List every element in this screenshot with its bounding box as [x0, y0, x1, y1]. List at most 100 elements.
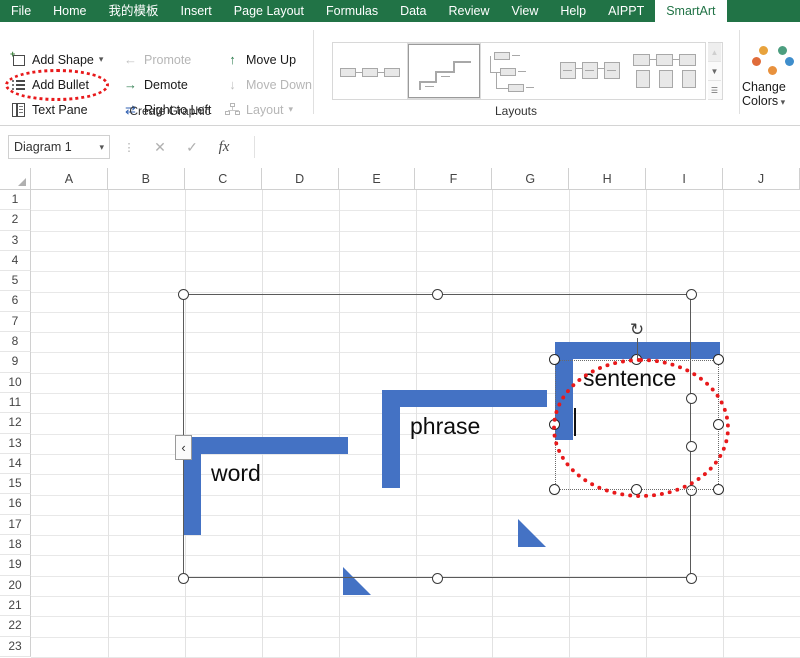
- ribbon-tab-page-layout[interactable]: Page Layout: [223, 0, 315, 22]
- gallery-more-button[interactable]: ☰: [708, 81, 721, 100]
- layouts-gallery[interactable]: [332, 42, 706, 100]
- demote-button[interactable]: → Demote: [122, 73, 188, 96]
- row-header-1[interactable]: 1: [0, 190, 31, 211]
- row-header-14[interactable]: 14: [0, 453, 31, 475]
- column-header-G[interactable]: G: [492, 168, 570, 190]
- diagram-handle-bottom-center[interactable]: [432, 573, 443, 584]
- row-header-12[interactable]: 12: [0, 413, 31, 434]
- row-header-4[interactable]: 4: [0, 250, 31, 272]
- row-header-19[interactable]: 19: [0, 555, 31, 576]
- ribbon-tab-insert[interactable]: Insert: [170, 0, 223, 22]
- formula-input[interactable]: [254, 136, 792, 158]
- shape-handle-bottom-center[interactable]: [631, 484, 642, 495]
- formula-bar-grip[interactable]: ⋮: [124, 139, 135, 155]
- ribbon-tab-view[interactable]: View: [500, 0, 549, 22]
- row-header-21[interactable]: 21: [0, 595, 31, 617]
- add-bullet-button[interactable]: Add Bullet: [10, 73, 89, 96]
- column-header-C[interactable]: C: [184, 168, 262, 190]
- layout-thumb-3[interactable]: [482, 44, 554, 98]
- diagram-handle-bottom-left[interactable]: [178, 573, 189, 584]
- gallery-scroll-up-button[interactable]: ▲: [708, 43, 721, 62]
- move-down-button[interactable]: ↓ Move Down: [224, 73, 312, 96]
- ribbon-group-change-colors: Change Colors ▾: [742, 22, 800, 126]
- row-header-2[interactable]: 2: [0, 210, 31, 231]
- row-header-9[interactable]: 9: [0, 352, 31, 373]
- gallery-scroll-down-button[interactable]: ▼: [708, 62, 721, 81]
- ribbon-tab-smartart[interactable]: SmartArt: [655, 0, 727, 22]
- row-header-5[interactable]: 5: [0, 271, 31, 292]
- row-header-7[interactable]: 7: [0, 311, 31, 333]
- shape-handle-bottom-right[interactable]: [713, 484, 724, 495]
- diagram-handle-bottom-right[interactable]: [686, 573, 697, 584]
- diagram-handle-top-right[interactable]: [686, 289, 697, 300]
- cancel-icon[interactable]: ✕: [152, 139, 168, 156]
- gallery-scrollbar[interactable]: ▲ ▼ ☰: [708, 42, 723, 100]
- layout-thumb-4[interactable]: [556, 44, 628, 98]
- select-all-button[interactable]: [0, 168, 31, 190]
- row-header-20[interactable]: 20: [0, 575, 31, 596]
- shape-handle-bottom-left[interactable]: [549, 484, 560, 495]
- row-header-16[interactable]: 16: [0, 494, 31, 515]
- column-header-D[interactable]: D: [261, 168, 339, 190]
- column-header-J[interactable]: J: [723, 168, 800, 190]
- formula-bar-row: Diagram 1 ▾ ⋮ ✕ ✓ fx: [0, 126, 800, 168]
- column-header-E[interactable]: E: [338, 168, 416, 190]
- row-header-11[interactable]: 11: [0, 392, 31, 414]
- add-shape-button[interactable]: + Add Shape ▾: [10, 48, 103, 71]
- row-header-18[interactable]: 18: [0, 535, 31, 556]
- layout-thumb-2[interactable]: [407, 43, 481, 99]
- shape-handle-top-right[interactable]: [713, 354, 724, 365]
- ribbon-tab-aippt[interactable]: AIPPT: [597, 0, 655, 22]
- spreadsheet-area: ABCDEFGHIJ 1 2 3 4 5 6 7 8 9 10 11 12 13 14 15 16 17 18 19…: [0, 168, 800, 658]
- enter-check-icon[interactable]: ✓: [184, 139, 200, 156]
- row-header-23[interactable]: 23: [0, 636, 31, 657]
- promote-button[interactable]: ← Promote: [122, 48, 191, 71]
- row-header-15[interactable]: 15: [0, 474, 31, 495]
- row-header-13[interactable]: 13: [0, 433, 31, 454]
- rotate-handle-icon[interactable]: ↻: [628, 320, 646, 338]
- diagram-handle-top-center[interactable]: [432, 289, 443, 300]
- smartart-diagram[interactable]: word phrase sentence ‹ ↻: [31, 190, 800, 658]
- ribbon-tab-formulas[interactable]: Formulas: [315, 0, 389, 22]
- ribbon-tab-review[interactable]: Review: [437, 0, 500, 22]
- row-header-17[interactable]: 17: [0, 514, 31, 536]
- ribbon-tab-file[interactable]: File: [0, 0, 42, 22]
- row-header-6[interactable]: 6: [0, 291, 31, 312]
- column-header-I[interactable]: I: [646, 168, 724, 190]
- add-shape-label: Add Shape: [32, 52, 94, 67]
- column-header-B[interactable]: B: [107, 168, 185, 190]
- layout-label: Layout: [246, 102, 284, 117]
- chevron-down-icon[interactable]: ▾: [99, 142, 104, 153]
- ribbon-tab-my-templates[interactable]: 我的模板: [98, 0, 170, 22]
- text-pane-button[interactable]: Text Pane: [10, 98, 88, 121]
- row-header-10[interactable]: 10: [0, 372, 31, 393]
- shape-handle-top-left[interactable]: [549, 354, 560, 365]
- cell-grid[interactable]: word phrase sentence ‹ ↻: [31, 190, 800, 658]
- column-header-F[interactable]: F: [415, 168, 493, 190]
- move-up-button[interactable]: ↑ Move Up: [224, 48, 296, 71]
- layout-thumb-1[interactable]: [334, 44, 406, 98]
- shape-selection-box[interactable]: ↻: [549, 321, 724, 495]
- add-shape-icon: +: [10, 50, 27, 68]
- ribbon-tab-bar: File Home 我的模板 Insert Page Layout Formul…: [0, 0, 800, 22]
- ribbon-tab-data[interactable]: Data: [389, 0, 437, 22]
- diagram-handle-top-left[interactable]: [178, 289, 189, 300]
- ribbon-tab-home[interactable]: Home: [42, 0, 97, 22]
- shape-handle-middle-left[interactable]: [549, 419, 560, 430]
- row-header-22[interactable]: 22: [0, 616, 31, 637]
- text-pane-toggle-button[interactable]: ‹: [175, 434, 192, 460]
- row-header-8[interactable]: 8: [0, 332, 31, 353]
- layout-button[interactable]: Layout ▾: [224, 98, 293, 121]
- shape-handle-middle-right[interactable]: [713, 419, 724, 430]
- ribbon-tab-help[interactable]: Help: [549, 0, 597, 22]
- column-header-H[interactable]: H: [569, 168, 647, 190]
- row-header-3[interactable]: 3: [0, 230, 31, 251]
- column-header-A[interactable]: A: [31, 168, 108, 190]
- insert-function-icon[interactable]: fx: [216, 139, 232, 156]
- layout-thumb-5[interactable]: [630, 44, 702, 98]
- name-box[interactable]: Diagram 1 ▾: [8, 135, 110, 159]
- change-colors-button[interactable]: Change Colors ▾: [742, 80, 800, 109]
- arrow-right-icon: →: [124, 77, 137, 92]
- demote-label: Demote: [144, 77, 188, 92]
- change-colors-label-line2: Colors: [742, 94, 779, 108]
